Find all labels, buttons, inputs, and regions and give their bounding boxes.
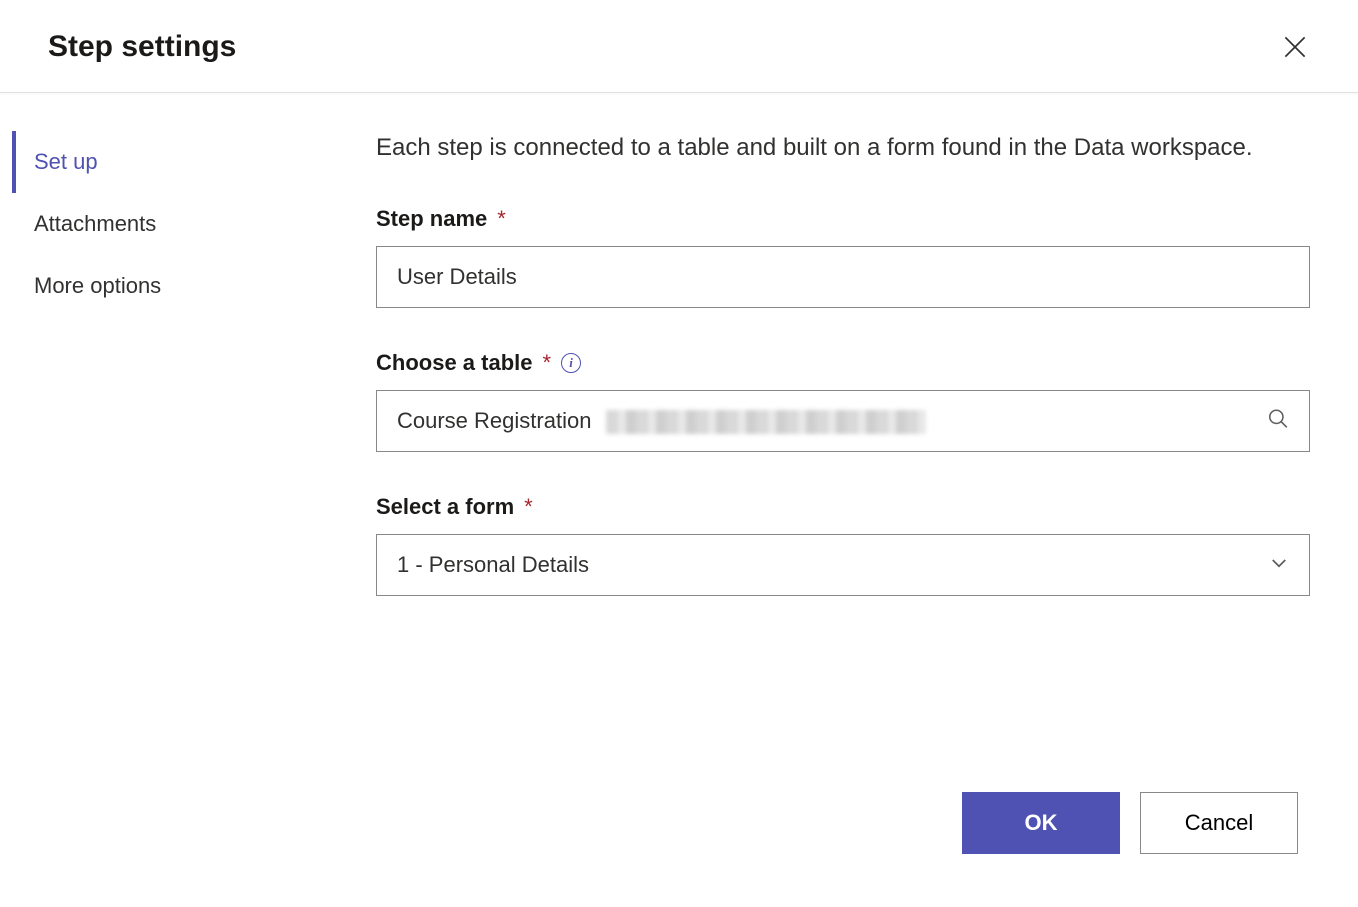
sidebar-item-label: Attachments [34,211,156,236]
step-name-input[interactable] [376,246,1310,308]
field-label-step-name: Step name * [376,206,1310,232]
ok-button[interactable]: OK [962,792,1120,854]
label-text: Select a form [376,494,514,520]
sidebar-item-more-options[interactable]: More options [12,255,350,317]
cancel-button[interactable]: Cancel [1140,792,1298,854]
lookup-text: Course Registration [397,408,591,433]
required-indicator: * [524,494,533,520]
required-indicator: * [497,206,506,232]
sidebar-item-label: Set up [34,149,98,174]
search-icon [1267,407,1289,434]
field-choose-table: Choose a table * i Course Registration [376,350,1310,452]
close-button[interactable] [1280,32,1310,62]
dialog-footer: OK Cancel [962,792,1298,854]
panel-description: Each step is connected to a table and bu… [376,131,1276,166]
field-step-name: Step name * [376,206,1310,308]
select-form-dropdown[interactable]: 1 - Personal Details [376,534,1310,596]
required-indicator: * [542,350,551,376]
field-label-select-form: Select a form * [376,494,1310,520]
field-label-choose-table: Choose a table * i [376,350,1310,376]
info-icon[interactable]: i [561,353,581,373]
sidebar: Set up Attachments More options [0,131,350,638]
main-panel: Each step is connected to a table and bu… [350,131,1358,638]
sidebar-item-attachments[interactable]: Attachments [12,193,350,255]
dialog-title: Step settings [48,30,236,64]
select-value: 1 - Personal Details [397,552,589,578]
field-select-form: Select a form * 1 - Personal Details [376,494,1310,596]
sidebar-item-setup[interactable]: Set up [12,131,350,193]
close-icon [1284,36,1306,58]
dialog-body: Set up Attachments More options Each ste… [0,93,1358,638]
lookup-value: Course Registration [397,408,926,434]
label-text: Step name [376,206,487,232]
choose-table-lookup[interactable]: Course Registration [376,390,1310,452]
redacted-text [606,410,926,434]
chevron-down-icon [1269,552,1289,577]
sidebar-item-label: More options [34,273,161,298]
dialog-header: Step settings [0,0,1358,93]
label-text: Choose a table [376,350,532,376]
